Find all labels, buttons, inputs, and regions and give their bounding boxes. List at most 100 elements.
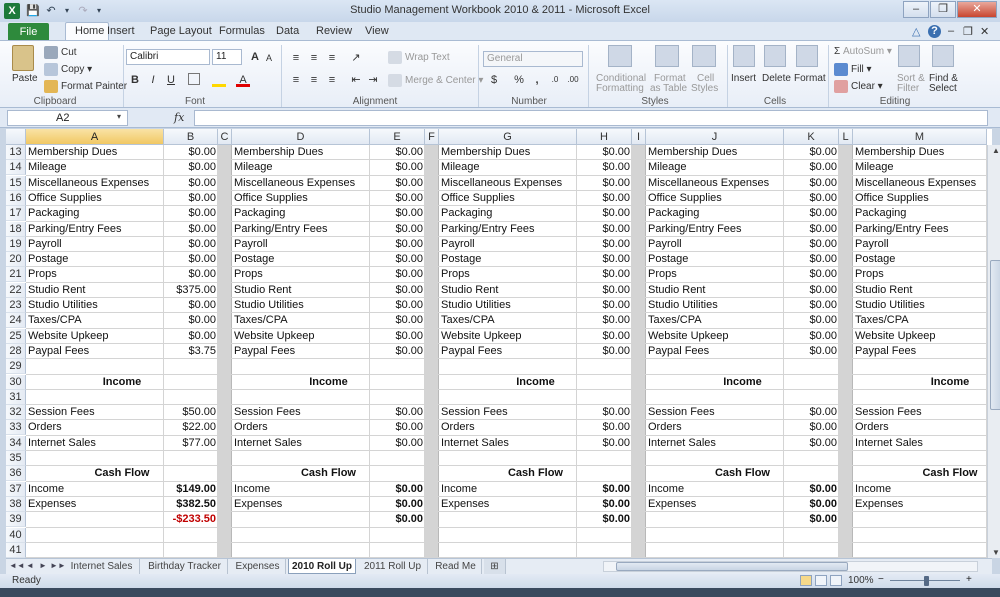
value-cell[interactable]: $0.00 [784, 267, 839, 282]
label-cell[interactable] [439, 451, 577, 466]
zoom-in-button[interactable]: + [966, 574, 972, 585]
conditional-formatting-icon[interactable] [608, 45, 632, 67]
column-header-C[interactable]: C [218, 129, 232, 145]
label-cell[interactable]: Paypal Fees [853, 344, 987, 359]
label-cell[interactable] [26, 451, 164, 466]
value-cell[interactable]: $0.00 [164, 313, 218, 328]
vertical-scrollbar[interactable]: ▲ ▼ [987, 145, 1000, 558]
label-cell[interactable]: Payroll [439, 237, 577, 252]
sort-filter-icon[interactable] [898, 45, 920, 67]
sheet-tab-expenses[interactable]: Expenses [230, 559, 286, 574]
label-cell[interactable]: Expenses [853, 497, 987, 512]
value-cell[interactable]: $0.00 [370, 329, 425, 344]
find-select-label-2[interactable]: Select [929, 83, 957, 94]
label-cell[interactable]: Orders [232, 420, 370, 435]
delete-cells-icon[interactable] [764, 45, 786, 67]
vertical-scroll-thumb[interactable] [990, 260, 1000, 410]
doc-restore-button[interactable]: ❐ [963, 25, 973, 38]
value-cell[interactable]: $0.00 [370, 405, 425, 420]
value-cell[interactable]: $0.00 [577, 420, 632, 435]
label-cell[interactable]: Taxes/CPA [232, 313, 370, 328]
label-cell[interactable]: Session Fees [232, 405, 370, 420]
paste-icon[interactable] [12, 45, 34, 71]
copy-button[interactable]: Copy ▾ [44, 63, 92, 76]
align-bottom-icon[interactable]: ≡ [325, 51, 339, 65]
row-header-38[interactable]: 38 [6, 496, 26, 512]
value-cell[interactable]: $0.00 [577, 512, 632, 527]
value-cell[interactable]: $0.00 [577, 160, 632, 175]
label-cell[interactable]: Website Upkeep [853, 329, 987, 344]
label-cell[interactable]: Internet Sales [646, 436, 784, 451]
label-cell[interactable]: Income [232, 482, 370, 497]
value-cell[interactable] [577, 528, 632, 543]
value-cell[interactable]: $0.00 [577, 405, 632, 420]
value-cell[interactable]: $0.00 [370, 160, 425, 175]
value-cell[interactable]: $0.00 [784, 176, 839, 191]
tab-file[interactable]: File [8, 23, 49, 41]
format-button[interactable]: Format [794, 73, 826, 84]
label-cell[interactable] [232, 543, 370, 558]
label-cell[interactable]: Office Supplies [646, 191, 784, 206]
row-header-19[interactable]: 19 [6, 236, 26, 252]
label-cell[interactable] [853, 451, 987, 466]
scroll-up-arrow[interactable]: ▲ [988, 146, 1000, 155]
value-cell[interactable] [370, 390, 425, 405]
next-sheet-button[interactable]: ► [39, 561, 47, 570]
value-cell[interactable]: $0.00 [577, 222, 632, 237]
value-cell[interactable]: $0.00 [370, 313, 425, 328]
label-cell[interactable]: Miscellaneous Expenses [26, 176, 164, 191]
value-cell[interactable]: $0.00 [784, 344, 839, 359]
wrap-text-button[interactable]: Wrap Text [388, 51, 450, 64]
label-cell[interactable]: Internet Sales [853, 436, 987, 451]
value-cell[interactable] [370, 359, 425, 374]
label-cell[interactable]: Office Supplies [232, 191, 370, 206]
value-cell[interactable] [164, 543, 218, 558]
paste-button[interactable]: Paste [12, 73, 38, 84]
value-cell[interactable]: $0.00 [370, 497, 425, 512]
column-header-B[interactable]: B [164, 129, 218, 145]
label-cell[interactable]: Internet Sales [439, 436, 577, 451]
label-cell[interactable]: Studio Rent [646, 283, 784, 298]
label-cell[interactable]: Packaging [26, 206, 164, 221]
increase-decimal-icon[interactable]: .0 [548, 73, 562, 87]
label-cell[interactable]: Website Upkeep [232, 329, 370, 344]
value-cell[interactable] [577, 543, 632, 558]
label-cell[interactable]: Orders [439, 420, 577, 435]
merge-center-button[interactable]: Merge & Center ▾ [388, 74, 483, 87]
value-cell[interactable] [164, 528, 218, 543]
select-all-corner[interactable] [6, 129, 26, 145]
label-cell[interactable]: Props [439, 267, 577, 282]
row-header-25[interactable]: 25 [6, 328, 26, 344]
value-cell[interactable]: -$233.50 [164, 512, 218, 527]
value-cell[interactable] [784, 359, 839, 374]
row-header-28[interactable]: 28 [6, 343, 26, 359]
cell-styles-label-2[interactable]: Styles [691, 83, 718, 94]
label-cell[interactable]: Income [853, 375, 1000, 390]
value-cell[interactable]: $0.00 [370, 283, 425, 298]
value-cell[interactable]: $0.00 [784, 420, 839, 435]
label-cell[interactable]: Props [26, 267, 164, 282]
align-right-icon[interactable]: ≡ [325, 73, 339, 87]
format-painter-button[interactable]: Format Painter [44, 80, 127, 93]
label-cell[interactable]: Membership Dues [646, 145, 784, 160]
minimize-button[interactable]: – [903, 1, 929, 18]
increase-indent-icon[interactable]: ⇥ [366, 73, 380, 87]
value-cell[interactable] [164, 451, 218, 466]
row-header-14[interactable]: 14 [6, 160, 26, 176]
label-cell[interactable]: Payroll [853, 237, 987, 252]
value-cell[interactable]: $50.00 [164, 405, 218, 420]
label-cell[interactable]: Internet Sales [232, 436, 370, 451]
value-cell[interactable]: $0.00 [577, 145, 632, 160]
label-cell[interactable] [232, 451, 370, 466]
spreadsheet-grid[interactable]: ABCDEFGHIJKLM 13 Membership Dues $0.00 Memb… [6, 129, 1000, 559]
label-cell[interactable]: Payroll [232, 237, 370, 252]
insert-cells-icon[interactable] [733, 45, 755, 67]
value-cell[interactable]: $0.00 [784, 482, 839, 497]
value-cell[interactable]: $0.00 [370, 420, 425, 435]
row-header-31[interactable]: 31 [6, 389, 26, 405]
value-cell[interactable]: $0.00 [784, 160, 839, 175]
label-cell[interactable]: Mileage [26, 160, 164, 175]
label-cell[interactable]: Membership Dues [26, 145, 164, 160]
zoom-level[interactable]: 100% [848, 575, 874, 586]
label-cell[interactable]: Payroll [26, 237, 164, 252]
